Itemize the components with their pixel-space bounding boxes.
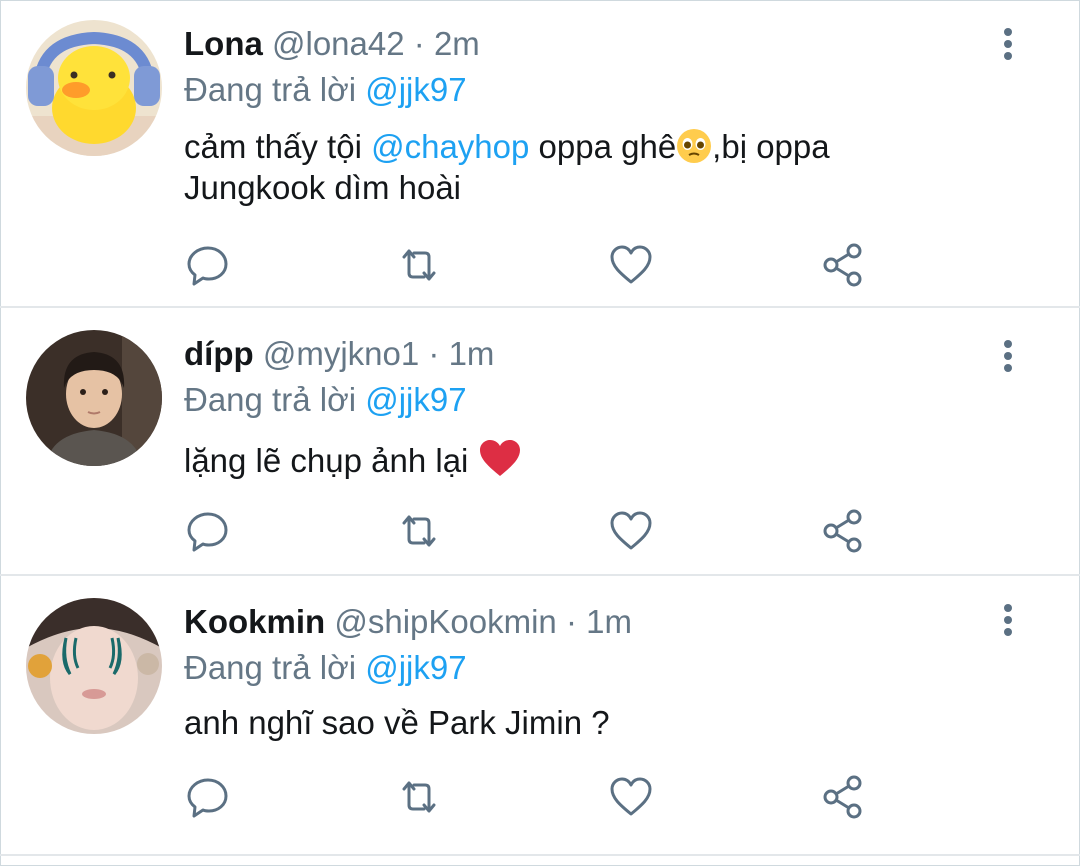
more-vertical-icon[interactable] bbox=[990, 600, 1026, 640]
tweet-header: dípp @myjkno1 · 1m bbox=[184, 334, 494, 374]
tweet-text-part: ,bị oppa bbox=[712, 128, 830, 165]
retweet-icon[interactable] bbox=[394, 506, 444, 556]
share-icon[interactable] bbox=[818, 772, 868, 822]
timestamp[interactable]: 1m bbox=[449, 335, 495, 372]
tweet-header: Kookmin @shipKookmin · 1m bbox=[184, 602, 632, 642]
share-icon[interactable] bbox=[818, 506, 868, 556]
share-icon[interactable] bbox=[818, 240, 868, 290]
like-icon[interactable] bbox=[606, 772, 656, 822]
display-name[interactable]: dípp bbox=[184, 335, 254, 372]
replying-to-mention[interactable]: @jjk97 bbox=[365, 649, 466, 686]
tweet-mention[interactable]: @chayhop bbox=[371, 128, 529, 165]
tweet-text: anh nghĩ sao về Park Jimin ? bbox=[184, 702, 944, 743]
separator: · bbox=[428, 335, 440, 372]
tweet-text: cảm thấy tội @chayhop oppa ghê ,bị oppa J… bbox=[184, 126, 944, 208]
replying-to-mention[interactable]: @jjk97 bbox=[365, 381, 466, 418]
like-icon[interactable] bbox=[606, 240, 656, 290]
reply-icon[interactable] bbox=[183, 772, 233, 822]
timestamp[interactable]: 1m bbox=[586, 603, 632, 640]
replying-to: Đang trả lời @jjk97 bbox=[184, 648, 467, 688]
tweet-text-part: anh nghĩ sao về Park Jimin ? bbox=[184, 704, 610, 741]
display-name[interactable]: Kookmin bbox=[184, 603, 325, 640]
tweet-reply[interactable]: Lona @lona42 · 2m Đang trả lời @jjk97 cả… bbox=[0, 0, 1080, 308]
display-name[interactable]: Lona bbox=[184, 25, 263, 62]
pleading-face-emoji-icon bbox=[677, 129, 712, 163]
avatar[interactable] bbox=[26, 598, 162, 734]
tweet-text-part: lặng lẽ chụp ảnh lại bbox=[184, 442, 469, 479]
red-heart-emoji-icon bbox=[479, 440, 520, 476]
replying-to-label: Đang trả lời bbox=[184, 381, 357, 418]
avatar[interactable] bbox=[26, 330, 162, 466]
user-handle[interactable]: @shipKookmin bbox=[334, 603, 556, 640]
replying-to-label: Đang trả lời bbox=[184, 71, 357, 108]
tweet-actions bbox=[0, 772, 1080, 822]
person-photo-avatar-image bbox=[26, 330, 162, 466]
retweet-icon[interactable] bbox=[394, 240, 444, 290]
tweet-reply[interactable]: dípp @myjkno1 · 1m Đang trả lời @jjk97 l… bbox=[0, 308, 1080, 576]
avatar[interactable] bbox=[26, 20, 162, 156]
separator: · bbox=[565, 603, 577, 640]
retweet-icon[interactable] bbox=[394, 772, 444, 822]
timestamp[interactable]: 2m bbox=[434, 25, 480, 62]
tweet-text: lặng lẽ chụp ảnh lại bbox=[184, 438, 944, 481]
tweet-actions bbox=[0, 240, 1080, 290]
reply-icon[interactable] bbox=[183, 240, 233, 290]
tweet-text-part: oppa ghê bbox=[538, 128, 677, 165]
separator: · bbox=[413, 25, 425, 62]
more-vertical-icon[interactable] bbox=[990, 24, 1026, 64]
crying-face-sticker-avatar-image bbox=[26, 598, 162, 734]
user-handle[interactable]: @lona42 bbox=[272, 25, 405, 62]
reply-icon[interactable] bbox=[183, 506, 233, 556]
replying-to: Đang trả lời @jjk97 bbox=[184, 380, 467, 420]
more-vertical-icon[interactable] bbox=[990, 336, 1026, 376]
replying-to-mention[interactable]: @jjk97 bbox=[365, 71, 466, 108]
replying-to-label: Đang trả lời bbox=[184, 649, 357, 686]
replying-to: Đang trả lời @jjk97 bbox=[184, 70, 467, 110]
tweet-header: Lona @lona42 · 2m bbox=[184, 24, 480, 64]
yellow-duck-avatar-image bbox=[26, 20, 162, 156]
like-icon[interactable] bbox=[606, 506, 656, 556]
tweet-reply[interactable]: Kookmin @shipKookmin · 1m Đang trả lời @… bbox=[0, 576, 1080, 856]
tweet-actions bbox=[0, 506, 1080, 556]
tweet-text-part: cảm thấy tội bbox=[184, 128, 362, 165]
user-handle[interactable]: @myjkno1 bbox=[263, 335, 419, 372]
tweet-text-line: Jungkook dìm hoài bbox=[184, 169, 462, 206]
